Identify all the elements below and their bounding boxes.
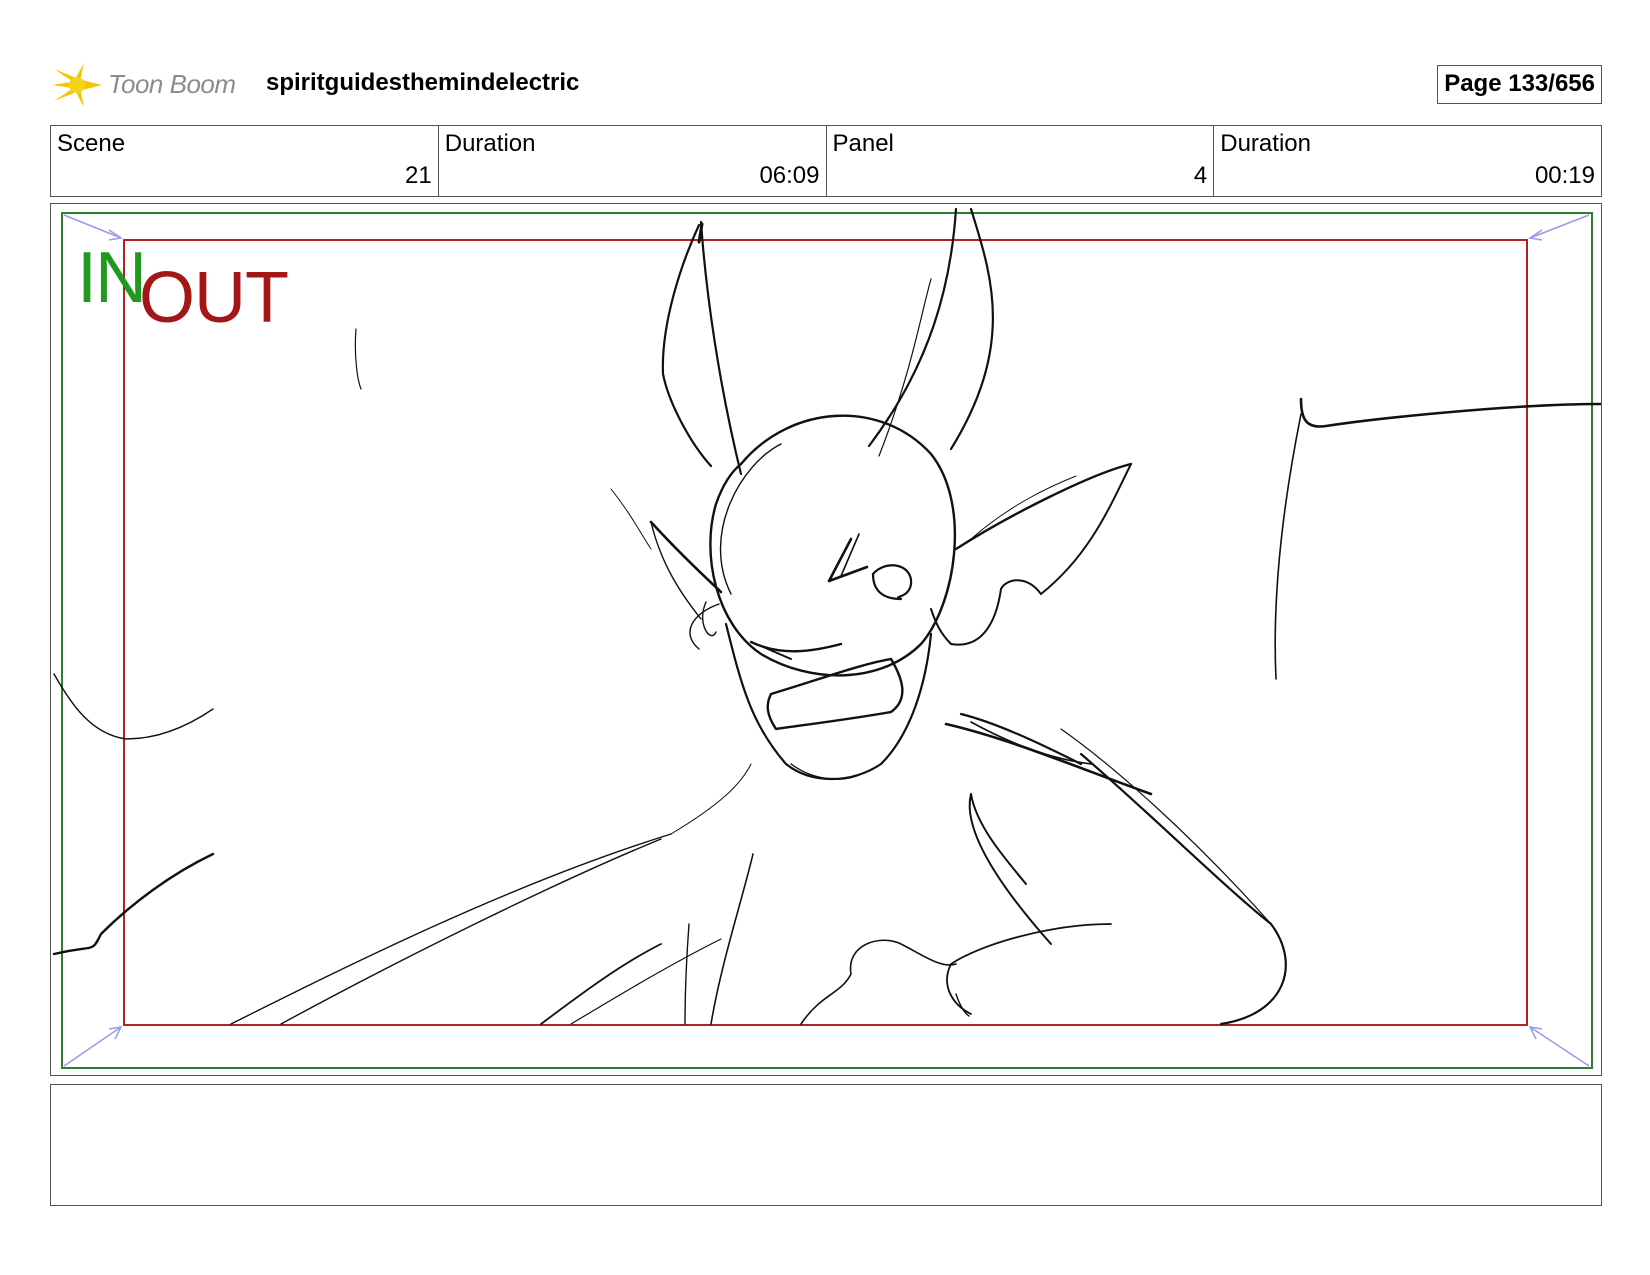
scene-duration-label: Duration (444, 130, 536, 157)
storyboard-panel: IN OUT (50, 203, 1602, 1076)
scene-label: Scene (57, 130, 126, 157)
scene-cell: Scene 21 (51, 126, 439, 196)
project-title: spiritguidesthemindelectric (266, 69, 580, 96)
page-header: Toon Boom spiritguidesthemindelectric Pa… (50, 55, 1602, 115)
logo-text: Toon Boom (108, 69, 236, 99)
scene-duration-cell: Duration 06:09 (439, 126, 827, 196)
scene-duration-value: 06:09 (759, 162, 820, 189)
camera-out-frame (61, 212, 1593, 1069)
panel-duration-cell: Duration 00:19 (1214, 126, 1601, 196)
panel-cell: Panel 4 (827, 126, 1215, 196)
panel-duration-label: Duration (1220, 130, 1311, 157)
in-marker: IN (77, 238, 147, 318)
panel-duration-value: 00:19 (1534, 162, 1595, 189)
panel-notes (50, 1084, 1602, 1206)
out-marker: OUT (139, 258, 289, 338)
scene-info-table: Scene 21 Duration 06:09 Panel 4 Duration… (50, 125, 1602, 197)
panel-value: 4 (1193, 162, 1208, 189)
starburst-icon (52, 63, 102, 107)
toon-boom-logo: Toon Boom (50, 55, 250, 115)
camera-in-frame (123, 239, 1528, 1026)
panel-label: Panel (832, 130, 894, 157)
page-number: Page 133/656 (1437, 65, 1602, 104)
scene-value: 21 (405, 162, 432, 189)
corner-arrows (63, 214, 1590, 1067)
